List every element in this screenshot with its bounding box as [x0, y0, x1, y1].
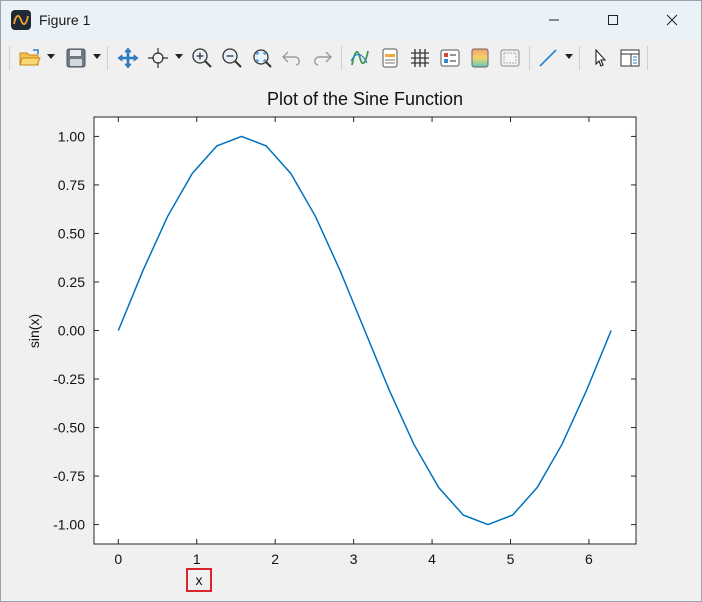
x-axis-label[interactable]: x [186, 568, 212, 592]
undo-button[interactable] [279, 45, 305, 71]
grid-button[interactable] [407, 45, 433, 71]
figure-toolbar [1, 39, 701, 77]
legend-button[interactable] [437, 45, 463, 71]
x-tick-label: 0 [114, 551, 122, 567]
minimize-icon [549, 19, 559, 21]
open-button[interactable] [17, 45, 43, 71]
y-tick-label: 1.00 [58, 128, 85, 144]
panel-icon [620, 49, 640, 67]
x-tick-label: 5 [507, 551, 515, 567]
chart-title: Plot of the Sine Function [267, 89, 463, 109]
matlab-app-icon [11, 10, 31, 30]
maximize-icon [608, 15, 618, 25]
zoom-in-button[interactable] [189, 45, 215, 71]
frame-button[interactable] [497, 45, 523, 71]
data-cursor-button[interactable] [145, 45, 171, 71]
redo-icon [314, 51, 332, 66]
floppy-disk-icon [66, 48, 86, 68]
colormap-icon [471, 48, 489, 68]
toolbar-separator [341, 46, 342, 70]
redo-button[interactable] [309, 45, 335, 71]
insert-colorbar-button[interactable] [377, 45, 403, 71]
y-tick-label: 0.50 [58, 225, 85, 241]
zoom-in-icon [192, 48, 212, 68]
legend-icon [440, 49, 460, 67]
y-tick-label: -0.75 [53, 468, 85, 484]
window-title: Figure 1 [39, 12, 91, 28]
y-tick-label: -0.50 [53, 420, 85, 436]
save-button[interactable] [63, 45, 89, 71]
figure-window: Figure 1 Plot of the Sine Function sin(x… [0, 0, 702, 602]
zoom-out-icon [222, 48, 242, 68]
crosshair-icon [148, 48, 168, 68]
line-dropdown-chevron-icon[interactable] [565, 54, 573, 60]
grid-icon [411, 49, 429, 67]
cursor-dropdown-chevron-icon[interactable] [175, 54, 183, 60]
select-button[interactable] [587, 45, 613, 71]
minimize-button[interactable] [525, 1, 583, 39]
colorbar-icon [382, 48, 398, 68]
x-tick-label: 1 [193, 551, 201, 567]
autoscale-icon [253, 49, 272, 68]
close-button[interactable] [643, 1, 701, 39]
open-dropdown-chevron-icon[interactable] [47, 54, 55, 60]
colormap-button[interactable] [467, 45, 493, 71]
x-tick-label: 2 [271, 551, 279, 567]
line-icon [539, 49, 557, 67]
y-axis-label: sin(x) [26, 314, 42, 348]
y-tick-label: 0.00 [58, 323, 85, 339]
toolbar-separator [579, 46, 580, 70]
y-tick-label: -0.25 [53, 371, 85, 387]
maximize-button[interactable] [584, 1, 642, 39]
x-tick-label: 4 [428, 551, 436, 567]
curve-icon [350, 50, 369, 66]
toolbar-separator [107, 46, 108, 70]
zoom-out-button[interactable] [219, 45, 245, 71]
y-tick-label: 0.25 [58, 274, 85, 290]
save-dropdown-chevron-icon[interactable] [93, 54, 101, 60]
y-tick-label: 0.75 [58, 177, 85, 193]
pan-button[interactable] [115, 45, 141, 71]
frame-icon [500, 49, 520, 67]
folder-open-icon [19, 49, 41, 66]
close-icon [666, 14, 678, 26]
pointer-icon [595, 48, 607, 67]
property-editor-button[interactable] [617, 45, 643, 71]
title-bar[interactable]: Figure 1 [1, 1, 701, 39]
plot-tools-button[interactable] [347, 45, 373, 71]
autoscale-button[interactable] [249, 45, 275, 71]
x-tick-label: 6 [585, 551, 593, 567]
toolbar-separator [647, 46, 648, 70]
undo-icon [282, 51, 300, 66]
x-tick-label: 3 [350, 551, 358, 567]
toolbar-grip [9, 46, 10, 70]
line-style-button[interactable] [535, 45, 561, 71]
toolbar-separator [529, 46, 530, 70]
move-arrows-icon [117, 47, 139, 69]
y-tick-label: -1.00 [53, 517, 85, 533]
figure-canvas[interactable]: Plot of the Sine Function sin(x) 1.00 0.7… [1, 77, 701, 601]
